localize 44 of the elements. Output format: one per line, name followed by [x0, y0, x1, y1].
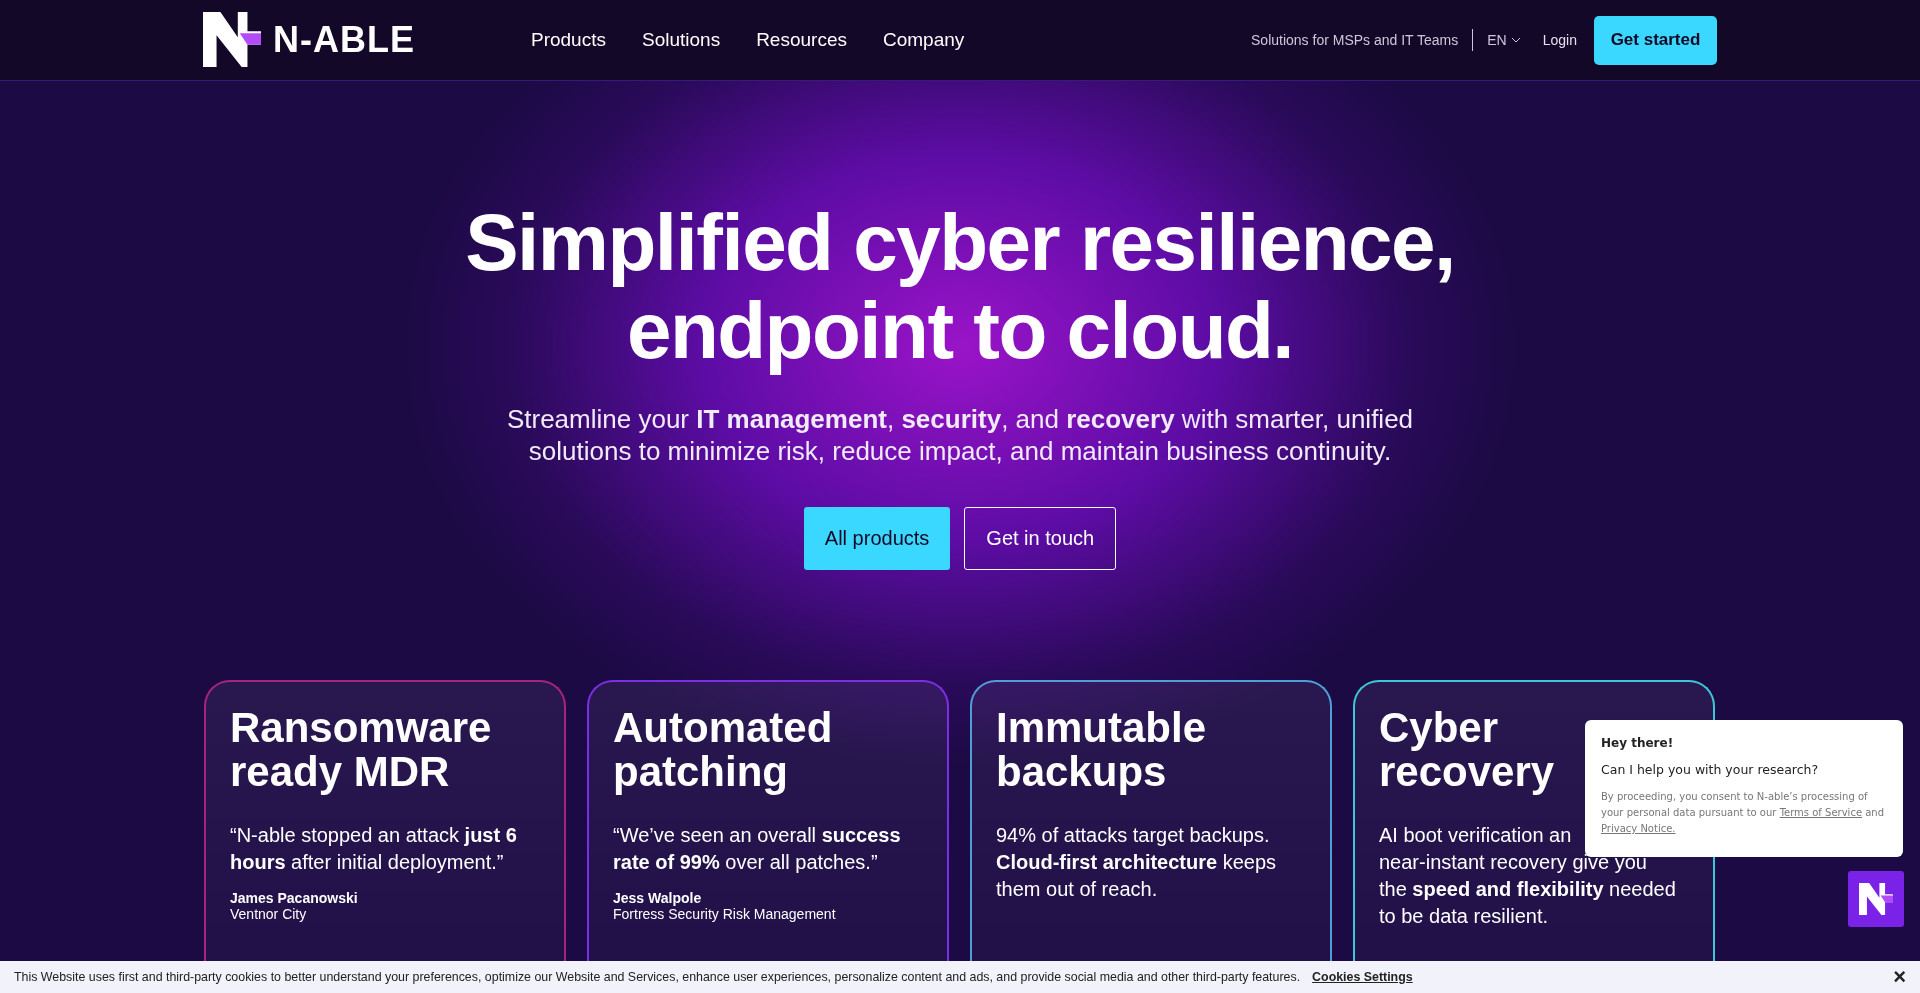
logo-text[interactable]: N-ABLE: [273, 19, 415, 61]
chat-question: Can I help you with your research?: [1601, 762, 1820, 777]
logo-icon: [1859, 882, 1893, 916]
card-title: Immutable backups: [996, 706, 1207, 794]
nav-link[interactable]: Solutions: [641, 29, 721, 51]
hero-heading: Simplified cyber resilience, endpoint to cloud.: [465, 199, 1455, 375]
privacy-link[interactable]: Privacy Notice.: [1601, 823, 1676, 834]
quote-author: Jess Walpole: [613, 890, 703, 906]
card-title: Cyber recovery: [1379, 706, 1555, 794]
card-text-line: AI boot verification an: [1379, 823, 1572, 848]
card-text-line: 94% of attacks target backups.: [996, 823, 1270, 848]
chat-launcher-button[interactable]: [1848, 871, 1904, 927]
nav-link[interactable]: Resources: [756, 29, 847, 51]
author-organization: Ventnor City: [230, 906, 308, 922]
card-title: Ransomware ready MDR: [230, 706, 492, 794]
language-selector[interactable]: EN: [1487, 32, 1521, 48]
card-text-line: them out of reach.: [996, 877, 1158, 902]
get-started-button[interactable]: Get started: [1594, 15, 1717, 65]
card-text-line: the speed and flexibility needed: [1379, 877, 1676, 902]
card-text-line: Cloud-first architecture keeps: [996, 850, 1277, 875]
card-text-line: “We’ve seen an overall success: [613, 823, 901, 848]
nav-link[interactable]: Products: [531, 29, 606, 51]
quote-author: James Pacanowski: [230, 890, 359, 906]
card-text-line: near-instant recovery give you: [1379, 850, 1647, 875]
cookies-settings-link[interactable]: Cookies Settings: [1312, 970, 1413, 984]
card-text-line: hours after initial deployment.”: [230, 850, 504, 875]
get-in-touch-button[interactable]: Get in touch: [964, 507, 1117, 570]
chevron-down-icon: [1510, 37, 1521, 43]
card-text-line: “N-able stopped an attack just 6: [230, 823, 517, 848]
audience-link[interactable]: Solutions for MSPs and IT Teams: [1251, 29, 1474, 51]
hero-subtitle: Streamline your IT management, security, and recovery with smarter, unified solutions to minimize risk, reduce impact, and maintain business continuity.: [506, 403, 1414, 467]
author-organization: Fortress Security Risk Management: [613, 906, 837, 922]
cookie-notice: This Website uses first and third-party cookies to better understand your preferences, optimize our Website and Services, enhance user experiences, personalize content and ads, and provide social media and other third-party features.: [14, 970, 1301, 984]
card-title: Automated patching: [613, 706, 833, 794]
logo-icon: [203, 12, 261, 68]
close-button[interactable]: ×: [1893, 964, 1906, 990]
card-text-line: rate of 99% over all patches.”: [613, 850, 878, 875]
chat-greeting: Hey there!: [1601, 736, 1675, 750]
all-products-button[interactable]: All products: [803, 507, 951, 570]
terms-link[interactable]: Terms of Service: [1779, 807, 1863, 818]
login-link[interactable]: Login: [1542, 32, 1577, 48]
nav-link[interactable]: Company: [882, 29, 965, 51]
card-text-line: to be data resilient.: [1379, 904, 1548, 929]
consent-text: By proceeding, you consent to N-able’s processing of your personal data pursuant to our Terms of Service and Privacy Notice.: [1601, 790, 1886, 836]
